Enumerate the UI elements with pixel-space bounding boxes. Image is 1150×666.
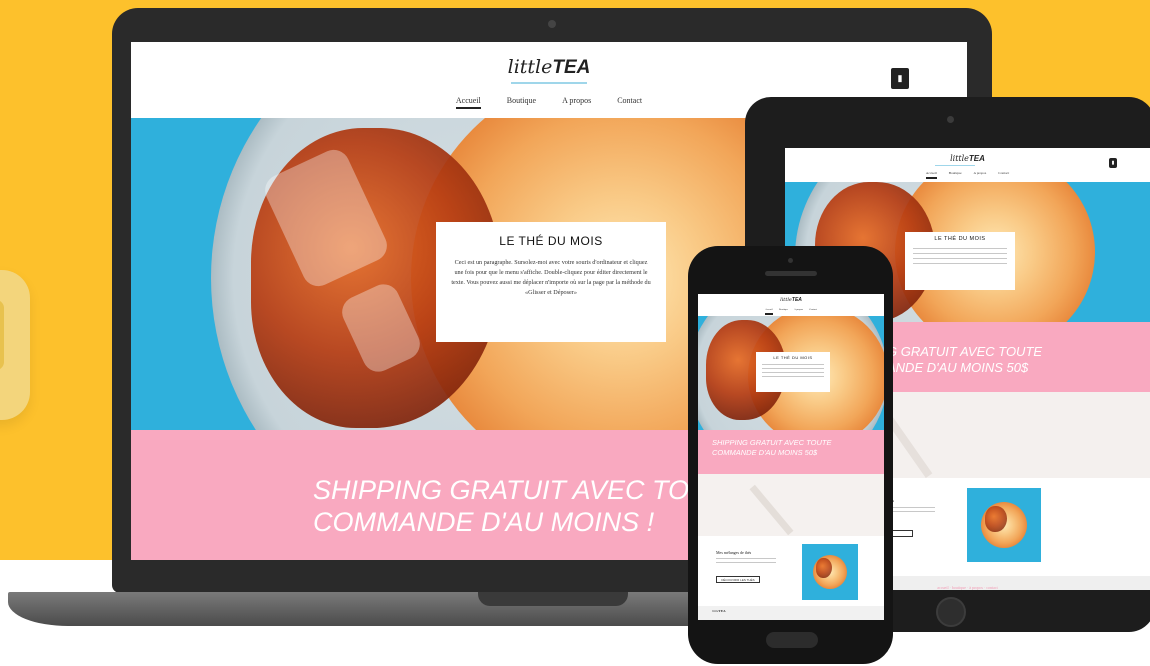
shopping-bag-icon[interactable]: ▮ (891, 68, 909, 89)
blend-section-title: Mes mélanges de thés (716, 550, 752, 555)
phone-shipping-banner: SHIPPING GRATUIT AVEC TOUTE COMMANDE D'A… (698, 430, 884, 474)
nav-item-accueil[interactable]: Accueil (925, 171, 937, 179)
nav-item-contact[interactable]: Contact (617, 96, 642, 105)
text-placeholder-line (762, 364, 824, 365)
discover-teas-button[interactable]: DÉCOUVRIR LES THÉS (716, 576, 760, 583)
text-placeholder-line (913, 258, 1007, 259)
logo-text-bold: TEA (552, 57, 591, 78)
tablet-blend-photo (967, 488, 1041, 562)
tablet-feature-card: LE THÉ DU MOIS (905, 232, 1015, 290)
text-placeholder-line (762, 376, 824, 377)
tablet-site-logo[interactable]: littleTEA (785, 154, 1150, 163)
phone-site-header: littleTEA Accueil Boutique A propos Cont… (698, 294, 884, 316)
logo-text-light: little (507, 56, 553, 78)
phone-spoon-photo (698, 474, 884, 536)
nav-item-accueil[interactable]: Accueil (455, 96, 481, 109)
feature-card-title: LE THÉ DU MOIS (934, 236, 986, 242)
nav-item-apropos[interactable]: A propos (562, 96, 591, 105)
feature-card-body: Ceci est un paragraphe. Sursolez-moi ave… (451, 259, 651, 296)
tablet-nav: Accueil Boutique A propos Contact (785, 171, 1150, 179)
text-placeholder-line (716, 562, 776, 563)
laptop-trackpad-notch (478, 592, 628, 606)
text-placeholder-line (913, 253, 1007, 254)
background-phone-decoration (0, 270, 30, 420)
phone-nav: Accueil Boutique A propos Contact (698, 308, 884, 315)
nav-item-boutique[interactable]: Boutique (779, 308, 788, 311)
phone-footer: littleTEA (698, 606, 884, 620)
feature-card-title: LE THÉ DU MOIS (773, 355, 813, 360)
feature-card: LE THÉ DU MOIS Ceci est un paragraphe. S… (436, 222, 666, 342)
shipping-banner-line1: G GRATUIT AVEC TOUTE (887, 344, 1043, 359)
shipping-banner-line2: ANDE D'AU MOINS 50$ (887, 360, 1029, 375)
text-placeholder-line (762, 372, 824, 373)
logo-text-light: little (950, 154, 969, 163)
text-placeholder-line (913, 263, 1007, 264)
phone-blend-section: Mes mélanges de thés DÉCOUVRIR LES THÉS (698, 536, 884, 606)
logo-text-bold: TEA (791, 297, 802, 303)
text-placeholder-line (913, 248, 1007, 249)
nav-item-apropos[interactable]: A propos (974, 171, 987, 175)
text-placeholder-line (716, 558, 776, 559)
shipping-banner-line2: COMMANDE D'AU MOINS 50$ (712, 448, 818, 457)
phone-speaker (765, 271, 817, 276)
tablet-home-button (936, 597, 966, 627)
device-mockup-scene: littleTEA Accueil Boutique A propos Cont… (0, 0, 1150, 666)
logo-underline (511, 82, 587, 84)
nav-item-apropos[interactable]: A propos (794, 308, 803, 311)
nav-item-contact[interactable]: Contact (998, 171, 1009, 175)
site-logo[interactable]: littleTEA (131, 56, 967, 79)
phone-blend-photo (802, 544, 858, 600)
phone-camera (788, 258, 793, 263)
laptop-camera (548, 20, 556, 28)
nav-item-contact[interactable]: Contact (809, 308, 817, 311)
tablet-camera (947, 116, 954, 123)
phone-feature-card: LE THÉ DU MOIS (756, 352, 830, 392)
shipping-banner-line1: SHIPPING GRATUIT AVEC TO (313, 475, 690, 505)
nav-item-boutique[interactable]: Boutique (507, 96, 536, 105)
shipping-banner-line1: SHIPPING GRATUIT AVEC TOUTE (712, 438, 832, 447)
tablet-site-header: littleTEA Accueil Boutique A propos Cont… (785, 148, 1150, 182)
nav-item-boutique[interactable]: Boutique (949, 171, 962, 175)
logo-text-bold: TEA (968, 154, 985, 163)
feature-card-title: LE THÉ DU MOIS (499, 234, 603, 248)
phone-screen: littleTEA Accueil Boutique A propos Cont… (698, 294, 884, 620)
footer-logo[interactable]: littleTEA (712, 609, 726, 613)
text-placeholder-line (762, 368, 824, 369)
discover-teas-label: DÉCOUVRIR LES THÉS (721, 578, 755, 582)
phone-home-button (766, 632, 818, 648)
logo-text-light: little (780, 297, 792, 303)
phone-site-logo[interactable]: littleTEA (698, 297, 884, 303)
spoon-handle (749, 484, 794, 536)
footer-links[interactable]: accueil · boutique · à propos · contact (937, 585, 998, 590)
nav-item-accueil[interactable]: Accueil (765, 308, 773, 315)
logo-text-bold: TEA (718, 609, 726, 613)
logo-underline (935, 165, 975, 166)
shipping-banner-line2: COMMANDE D'AU MOINS ! (313, 507, 655, 537)
shopping-bag-icon[interactable]: ▮ (1109, 158, 1117, 168)
